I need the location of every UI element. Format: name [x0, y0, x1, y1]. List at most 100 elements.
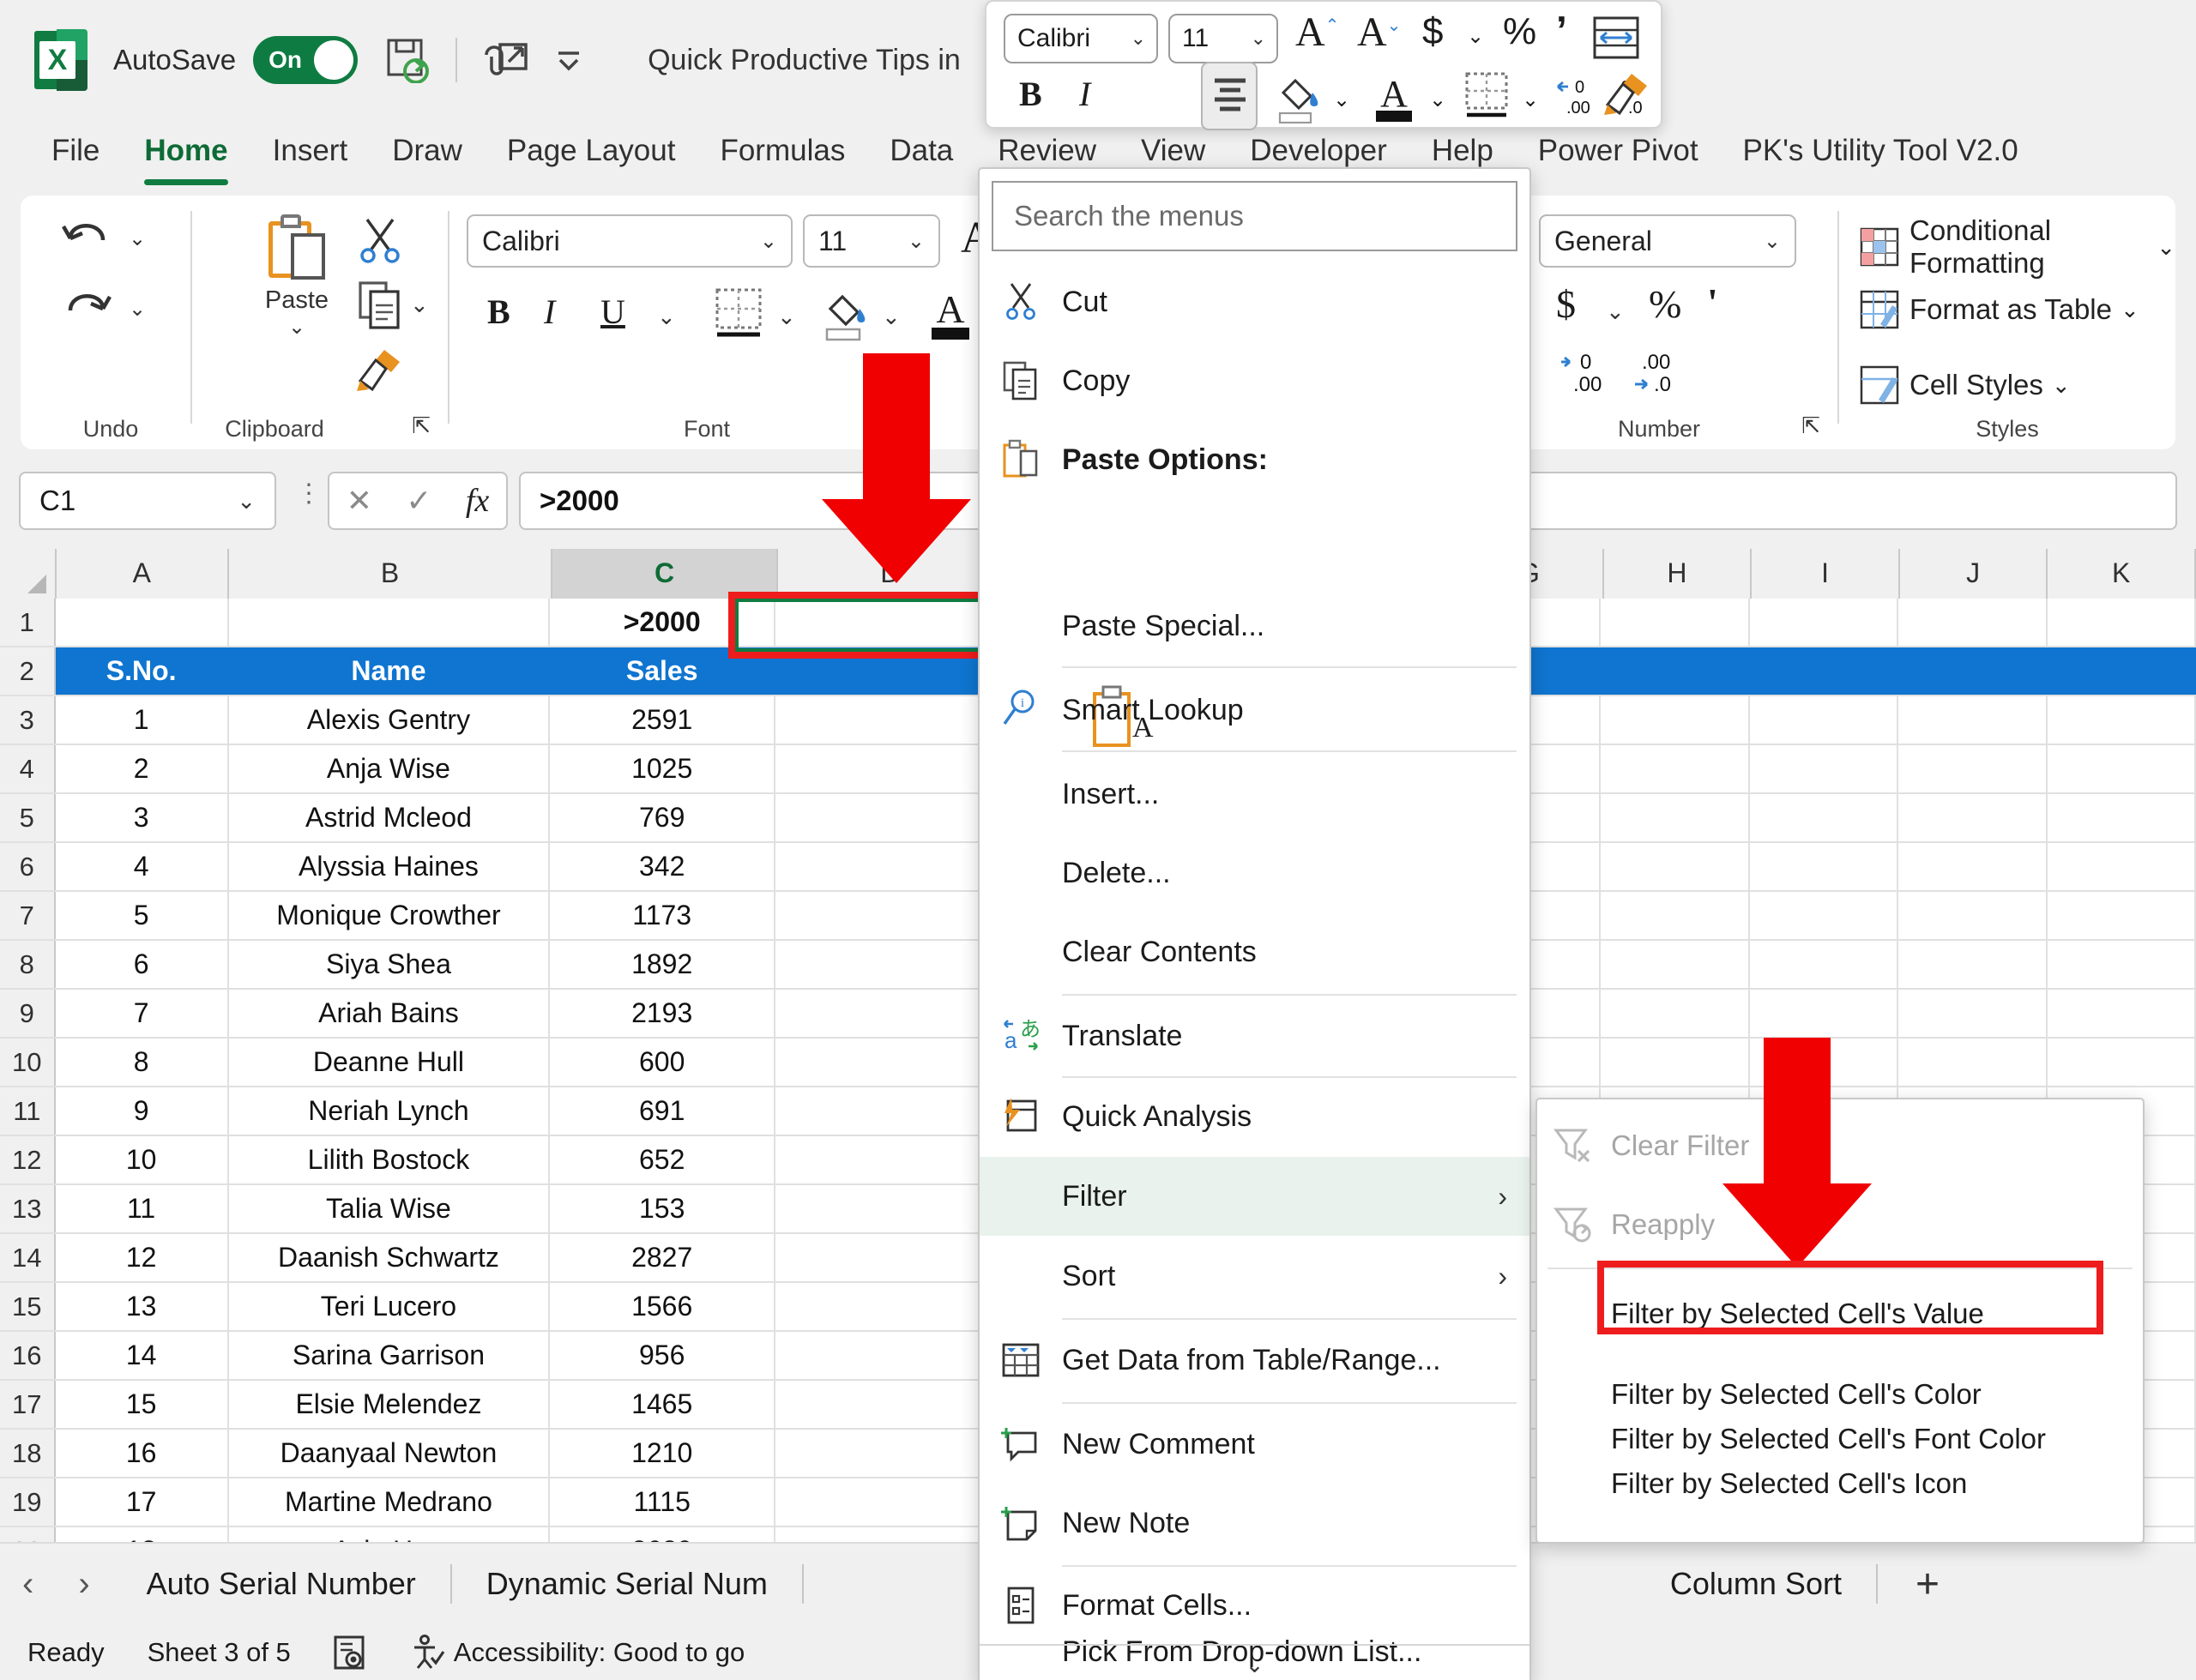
enter-check-icon[interactable]: ✓ — [406, 483, 431, 519]
comma-style-button[interactable]: ' — [1707, 280, 1718, 325]
underline-button[interactable]: U — [600, 292, 625, 332]
row-header-5[interactable]: 5 — [0, 794, 56, 841]
cell-A11[interactable]: 9 — [56, 1087, 229, 1135]
cell-B5[interactable]: Astrid Mcleod — [229, 794, 551, 841]
cell-B14[interactable]: Daanish Schwartz — [229, 1234, 551, 1281]
chevron-down-icon[interactable]: ⌄ — [1429, 87, 1446, 112]
chevron-down-icon[interactable]: ⌄ — [1764, 229, 1781, 254]
copy-dropdown-icon[interactable]: ⌄ — [410, 292, 429, 318]
cell-D1[interactable] — [775, 599, 1001, 646]
chevron-down-icon[interactable]: ⌄ — [1522, 87, 1539, 112]
cell-A14[interactable]: 12 — [56, 1234, 229, 1281]
cell-D2[interactable] — [775, 647, 1001, 695]
sheet-tab-auto-serial-number[interactable]: Auto Serial Number — [112, 1566, 450, 1602]
name-box[interactable]: C1 ⌄ — [19, 472, 276, 530]
mini-font-color-icon[interactable]: A — [1371, 70, 1417, 128]
menu-search-input[interactable]: Search the menus — [992, 181, 1517, 251]
cell-I7[interactable] — [1750, 892, 1899, 939]
cell-D19[interactable] — [775, 1478, 1001, 1526]
fill-color-dropdown-icon[interactable]: ⌄ — [882, 304, 901, 330]
row-header-13[interactable]: 13 — [0, 1185, 56, 1232]
currency-button[interactable]: $ — [1556, 281, 1576, 327]
cell-H10[interactable] — [1601, 1039, 1750, 1086]
cell-A12[interactable]: 10 — [56, 1136, 229, 1183]
cell-A17[interactable]: 15 — [56, 1381, 229, 1428]
tab-formulas[interactable]: Formulas — [697, 120, 867, 190]
cell-A2[interactable]: S.No. — [55, 647, 229, 695]
cell-C14[interactable]: 2827 — [550, 1234, 776, 1281]
save-refresh-icon[interactable] — [380, 33, 435, 87]
cell-I5[interactable] — [1750, 794, 1899, 841]
mini-font-name-input[interactable]: Calibri ⌄ — [1004, 14, 1158, 63]
insert-function-icon[interactable]: fx — [466, 482, 489, 520]
cell-A8[interactable]: 6 — [56, 941, 229, 988]
tab-data[interactable]: Data — [867, 120, 975, 190]
font-color-icon[interactable]: A — [926, 286, 974, 346]
menu-item-smart-lookup[interactable]: i Smart Lookup — [980, 673, 1529, 747]
chevron-down-icon[interactable]: ⌄ — [908, 229, 925, 254]
cell-D4[interactable] — [775, 745, 1001, 792]
underline-dropdown-icon[interactable]: ⌄ — [657, 304, 676, 330]
cell-C18[interactable]: 1210 — [550, 1430, 776, 1477]
tab-insert[interactable]: Insert — [250, 120, 371, 190]
font-size-input[interactable]: 11 ⌄ — [803, 214, 940, 268]
column-header-h[interactable]: H — [1603, 549, 1753, 599]
cell-I4[interactable] — [1750, 745, 1899, 792]
add-sheet-button[interactable]: + — [1878, 1561, 1977, 1608]
cell-C19[interactable]: 1115 — [550, 1478, 776, 1526]
cell-B13[interactable]: Talia Wise — [229, 1185, 551, 1232]
cell-B15[interactable]: Teri Lucero — [229, 1283, 551, 1330]
cell-C15[interactable]: 1566 — [550, 1283, 776, 1330]
cell-C17[interactable]: 1465 — [550, 1381, 776, 1428]
cell-B4[interactable]: Anja Wise — [229, 745, 551, 792]
menu-item-translate[interactable]: aあ Translate — [980, 999, 1529, 1073]
cell-H8[interactable] — [1601, 941, 1750, 988]
paste-button[interactable]: Paste ⌄ — [245, 214, 348, 340]
cell-D3[interactable] — [775, 696, 1001, 744]
cell-A5[interactable]: 3 — [56, 794, 229, 841]
cell-D14[interactable] — [775, 1234, 1001, 1281]
cell-D7[interactable] — [775, 892, 1001, 939]
cell-styles-button[interactable]: Cell Styles ⌄ — [1860, 365, 2071, 405]
row-header-16[interactable]: 16 — [0, 1332, 56, 1379]
cell-D6[interactable] — [775, 843, 1001, 890]
cell-A4[interactable]: 2 — [56, 745, 229, 792]
sheet-tab-dynamic-serial-number[interactable]: Dynamic Serial Num — [452, 1566, 802, 1602]
cell-I2[interactable] — [1749, 647, 1899, 695]
column-header-i[interactable]: I — [1752, 549, 1900, 599]
cell-B3[interactable]: Alexis Gentry — [229, 696, 551, 744]
cut-button[interactable] — [355, 214, 405, 268]
cell-A18[interactable]: 16 — [56, 1430, 229, 1477]
cell-I1[interactable] — [1750, 599, 1899, 646]
cell-B1[interactable] — [229, 599, 551, 646]
chevron-down-icon[interactable]: ⌄ — [2121, 297, 2139, 323]
cell-K7[interactable] — [2048, 892, 2196, 939]
cell-J5[interactable] — [1898, 794, 2048, 841]
cell-C16[interactable]: 956 — [550, 1332, 776, 1379]
row-header-8[interactable]: 8 — [0, 941, 56, 988]
row-header-3[interactable]: 3 — [0, 696, 56, 744]
menu-item-filter[interactable]: Filter › — [980, 1157, 1529, 1236]
mini-comma-style-icon[interactable]: ’ — [1556, 7, 1567, 53]
mini-decrease-decimal-icon[interactable]: 0.00 — [1547, 74, 1594, 123]
menu-item-sort[interactable]: Sort › — [980, 1239, 1529, 1313]
menu-item-cut[interactable]: Cut — [980, 265, 1529, 339]
chevron-down-icon[interactable]: ⌄ — [237, 488, 256, 515]
accessibility-icon[interactable] — [407, 1634, 445, 1671]
cell-D18[interactable] — [775, 1430, 1001, 1477]
submenu-item-filter-by-selected-cells-value[interactable]: Filter by Selected Cell's Value — [1537, 1276, 2143, 1352]
mini-borders-icon[interactable] — [1463, 70, 1510, 128]
tab-power-pivot[interactable]: Power Pivot — [1516, 120, 1721, 190]
cell-K3[interactable] — [2048, 696, 2196, 744]
cell-K8[interactable] — [2048, 941, 2196, 988]
cell-B10[interactable]: Deanne Hull — [229, 1039, 551, 1086]
row-header-1[interactable]: 1 — [0, 599, 56, 646]
cell-H5[interactable] — [1601, 794, 1750, 841]
menu-item-new-comment[interactable]: New Comment — [980, 1407, 1529, 1481]
cell-D13[interactable] — [775, 1185, 1001, 1232]
cell-J10[interactable] — [1898, 1039, 2048, 1086]
cell-J8[interactable] — [1898, 941, 2048, 988]
row-header-7[interactable]: 7 — [0, 892, 56, 939]
mini-currency-icon[interactable]: $ — [1422, 10, 1443, 53]
cell-J6[interactable] — [1898, 843, 2048, 890]
